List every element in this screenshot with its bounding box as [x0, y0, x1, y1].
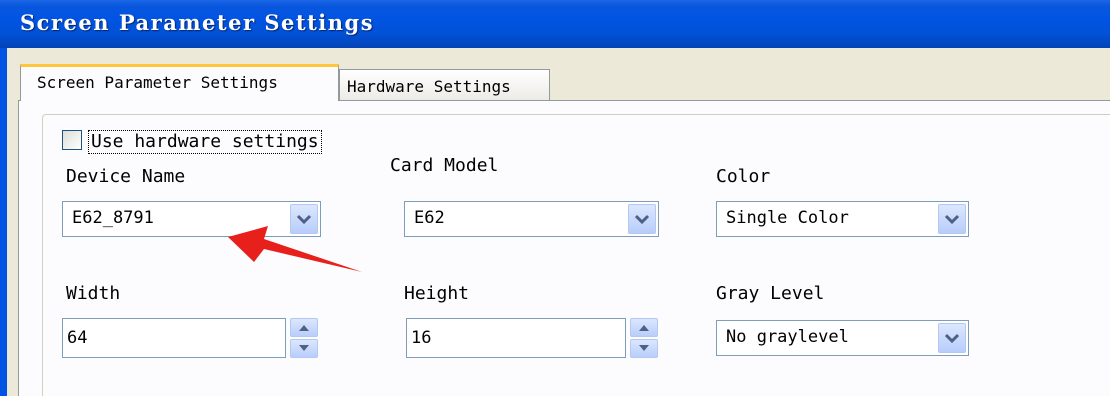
tab-screen-parameter-settings[interactable]: Screen Parameter Settings	[20, 64, 339, 101]
tab-label: Hardware Settings	[347, 77, 511, 96]
tab-label: Screen Parameter Settings	[37, 73, 278, 92]
tab-hardware-settings[interactable]: Hardware Settings	[339, 69, 550, 100]
annotation-arrow-icon	[228, 226, 362, 272]
settings-window: Screen Parameter Settings Screen Paramet…	[0, 0, 1110, 396]
